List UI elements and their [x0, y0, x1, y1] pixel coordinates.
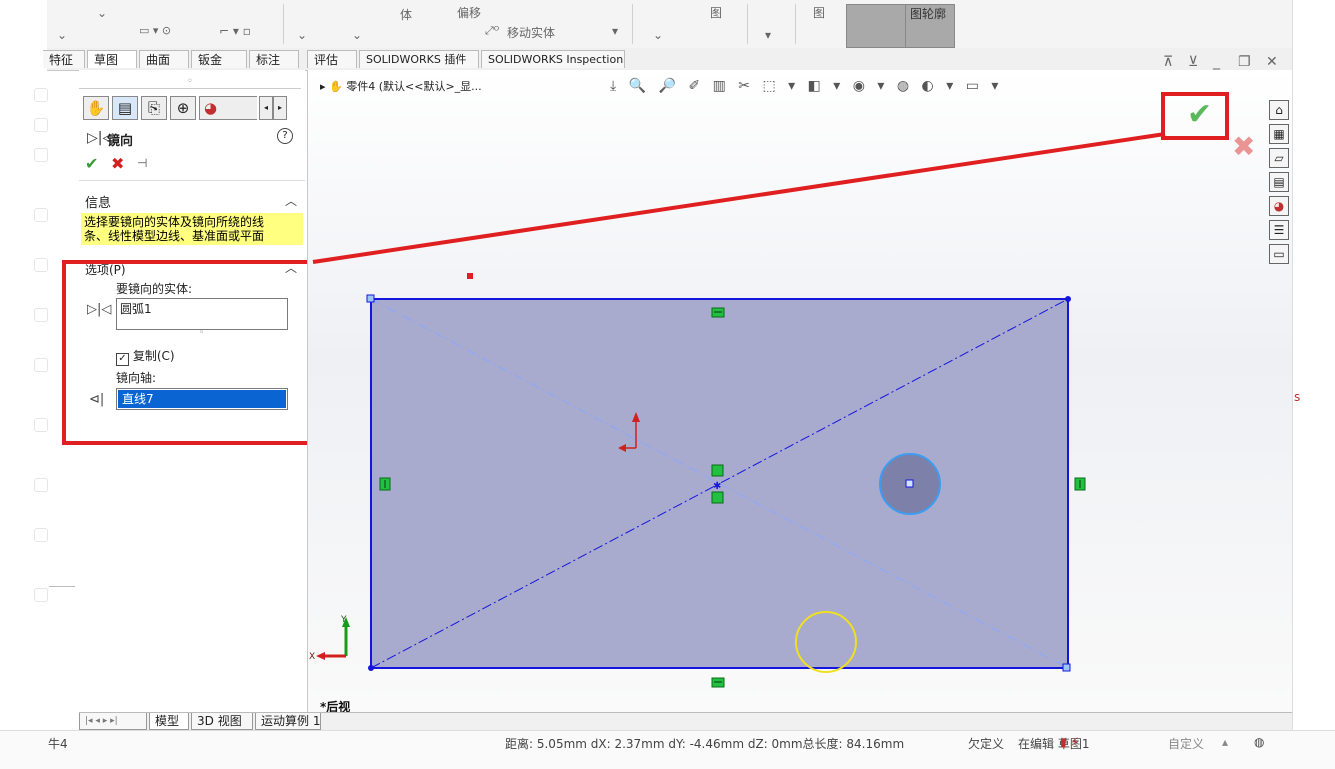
status-part-name: 牛4	[48, 737, 68, 751]
status-measure: 距离: 5.05mm dX: 2.37mm dY: -4.46mm dZ: 0m…	[505, 737, 905, 751]
sketch-canvas[interactable]: ✱ Y X	[0, 0, 1335, 768]
close-icon[interactable]: ✕	[1266, 54, 1278, 70]
corner-point	[1062, 663, 1071, 672]
collapse-panel-icon[interactable]: ⊼	[1163, 54, 1173, 70]
tab-3d-views[interactable]: 3D 视图	[191, 713, 253, 730]
tab-motion-study[interactable]: 运动算例 1	[255, 713, 321, 730]
arc-center-point	[905, 479, 914, 488]
view-palette-icon[interactable]: ▤	[1269, 172, 1289, 192]
status-bar: 牛4 距离: 5.05mm dX: 2.37mm dY: -4.46mm dZ:…	[0, 730, 1335, 769]
midpoint-relation-icon	[711, 491, 724, 504]
cancel-corner-icon[interactable]: ✖	[1232, 132, 1255, 162]
corner-point	[368, 665, 374, 671]
units-dropdown[interactable]: 自定义	[1168, 735, 1204, 752]
corner-point	[366, 294, 375, 303]
annotation-connector-line	[312, 132, 1166, 264]
midpoint-relation-icon	[711, 464, 724, 477]
custom-properties-icon[interactable]: ☰	[1269, 220, 1289, 240]
task-pane-tabs: ⌂ ▦ ▱ ▤ ◕ ☰ ▭	[1266, 100, 1292, 270]
svg-text:X: X	[309, 652, 315, 662]
tab-scroll-arrows-icon[interactable]: |◂ ◂ ▸ ▸|	[79, 713, 147, 730]
chat-icon[interactable]: ▭	[1269, 244, 1289, 264]
corner-point	[1065, 296, 1071, 302]
units-caret-icon[interactable]: ▴	[1222, 735, 1228, 749]
view-cube-icon[interactable]: ▦	[1269, 124, 1289, 144]
sketch-point	[467, 273, 473, 279]
intersection-point-icon: ✱	[713, 481, 721, 492]
right-window-edge: s	[1292, 0, 1335, 768]
tab-model[interactable]: 模型	[149, 713, 189, 730]
accept-corner-icon[interactable]: ✔	[1187, 98, 1212, 132]
folder-icon[interactable]: ▱	[1269, 148, 1289, 168]
quick-tips-icon[interactable]: ◍	[1254, 735, 1264, 749]
edge-fragment-text: s	[1294, 390, 1301, 404]
expand-panel-icon[interactable]: ⊻	[1188, 54, 1198, 70]
rebuild-icon[interactable]: ▮ ⚡	[1060, 735, 1079, 749]
minimize-icon[interactable]: _	[1213, 54, 1220, 70]
status-definition: 欠定义	[968, 737, 1005, 751]
svg-text:Y: Y	[340, 615, 347, 625]
palette-icon[interactable]: ◕	[1269, 196, 1289, 216]
model-view-tabs: |◂ ◂ ▸ ▸| 模型 3D 视图 运动算例 1	[79, 712, 1292, 731]
home-icon[interactable]: ⌂	[1269, 100, 1289, 120]
restore-icon[interactable]: ❐	[1238, 54, 1251, 70]
